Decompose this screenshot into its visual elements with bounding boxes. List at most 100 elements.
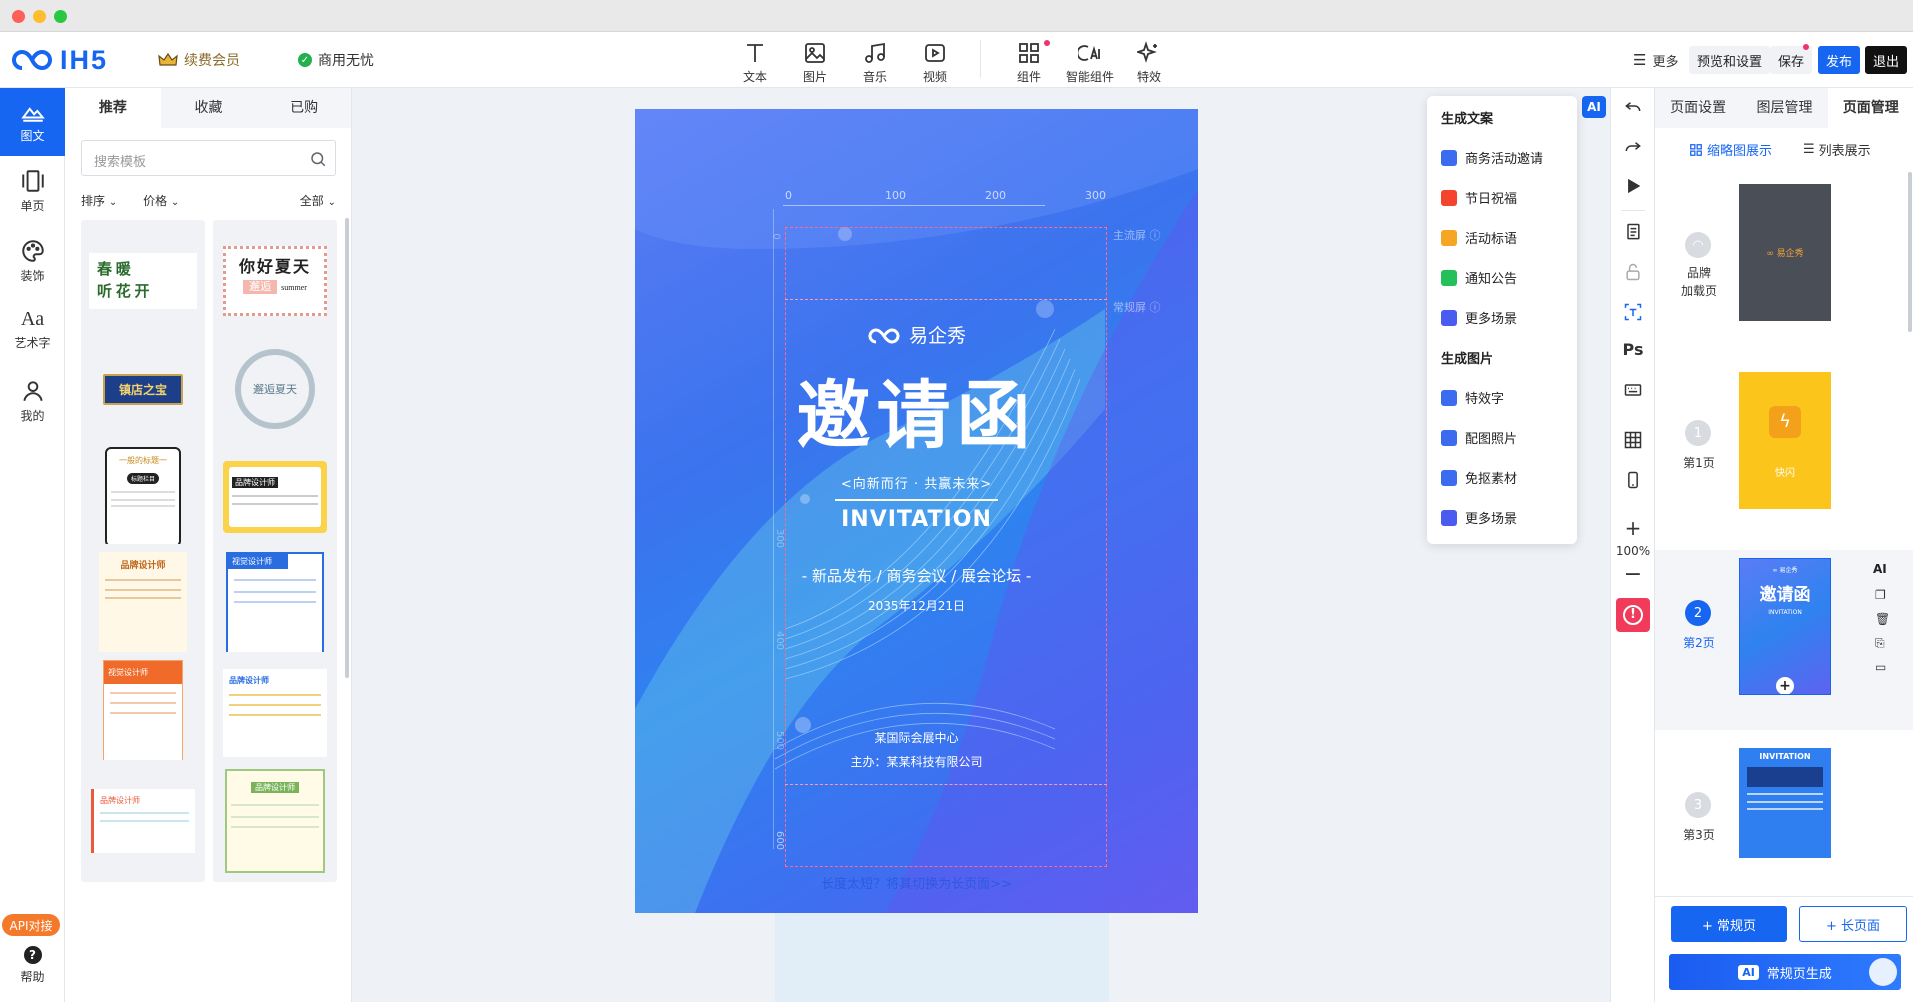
page-thumbnail[interactable]: ϟ 快闪	[1739, 372, 1831, 509]
template-card[interactable]: 品牌设计师	[213, 436, 337, 558]
ai-menu-item[interactable]: 商务活动邀请	[1441, 148, 1543, 167]
ai-menu-item[interactable]: 特效字	[1441, 388, 1504, 407]
page-thumbnail[interactable]: ∞ 易企秀 邀请函 INVITATION +	[1739, 558, 1831, 695]
page-item-active[interactable]: 2 第2页 ∞ 易企秀 邀请函 INVITATION + AI ❐ 🗑 ⎘ ▭	[1655, 550, 1913, 730]
commercial-license-link[interactable]: ✓ 商用无忧	[298, 50, 374, 70]
ai-menu-item[interactable]: 更多场景	[1441, 308, 1517, 327]
template-card[interactable]: 品牌设计师	[81, 544, 205, 666]
folder-icon[interactable]: ▭	[1875, 660, 1886, 674]
invitation-english-title[interactable]: INVITATION	[635, 507, 1198, 532]
ai-menu-item[interactable]: 活动标语	[1441, 228, 1517, 247]
tool-component[interactable]: 组件	[1000, 38, 1058, 85]
page-item[interactable]: ◠ 品牌 加载页 ∞ 易企秀	[1655, 184, 1913, 364]
undo-button[interactable]	[1611, 96, 1655, 120]
list-view-toggle[interactable]: ☰ 列表展示	[1803, 140, 1871, 159]
api-button[interactable]: API对接	[2, 914, 60, 936]
maximize-window-button[interactable]	[54, 10, 67, 23]
event-date[interactable]: 2035年12月21日	[635, 597, 1198, 614]
add-normal-page-button[interactable]: + 常规页	[1671, 906, 1787, 942]
help-circle-icon[interactable]: ⓘ	[1150, 229, 1161, 242]
price-dropdown[interactable]: 价格 ⌄	[143, 194, 179, 208]
preview-settings-button[interactable]: 预览和设置	[1689, 46, 1771, 74]
invitation-title[interactable]: 邀请函	[635, 379, 1198, 453]
template-card[interactable]: 品牌设计师	[81, 760, 205, 882]
paste-icon[interactable]: ⎘	[1875, 636, 1885, 651]
switch-long-page-link[interactable]: 长度太短？将其切换为长页面>>	[635, 873, 1198, 892]
search-icon[interactable]	[309, 150, 327, 168]
tab-page-settings[interactable]: 页面设置	[1655, 88, 1742, 128]
template-card[interactable]: 你好夏天 邂逅 summer	[213, 220, 337, 342]
template-card[interactable]: 品牌设计师	[213, 652, 337, 774]
nav-single-page[interactable]: 单页	[0, 158, 65, 226]
page-thumbnail[interactable]: INVITATION	[1739, 748, 1831, 858]
tool-video[interactable]: 视频	[906, 38, 964, 85]
template-card[interactable]: 视觉设计师	[213, 544, 337, 666]
tool-effects[interactable]: 特效	[1120, 38, 1178, 85]
add-long-page-button[interactable]: + 长页面	[1799, 906, 1907, 942]
tool-image[interactable]: 图片	[786, 38, 844, 85]
brand-logo[interactable]: 易企秀	[635, 321, 1198, 348]
ai-page-button[interactable]: AI	[1873, 562, 1887, 576]
publish-button[interactable]: 发布	[1818, 46, 1861, 74]
ai-menu-item[interactable]: 更多场景	[1441, 508, 1517, 527]
template-card[interactable]: 春 暖 听 花 开	[81, 220, 205, 342]
template-card[interactable]: 视觉设计师	[81, 652, 205, 774]
thumbnail-view-toggle[interactable]: 缩略图展示	[1689, 140, 1772, 159]
ai-generate-page-button[interactable]: AI 常规页生成	[1669, 954, 1901, 990]
help-button[interactable]: ? 帮助	[0, 946, 65, 985]
mobile-preview-button[interactable]	[1611, 470, 1655, 494]
add-page-below-button[interactable]: +	[1776, 677, 1794, 694]
template-card[interactable]: 品牌设计师	[213, 760, 337, 882]
nav-art-text[interactable]: Aa 艺术字	[0, 298, 65, 366]
invitation-subtitle[interactable]: <向新而行 · 共赢未来>	[635, 473, 1198, 492]
lock-button[interactable]	[1611, 262, 1655, 286]
save-button[interactable]: 保存	[1770, 46, 1813, 74]
exit-button[interactable]: 退出	[1865, 46, 1908, 74]
page-canvas[interactable]: 0 100 200 300 0 300 400 500 600 主流屏 ⓘ 常规…	[635, 109, 1198, 913]
grid-button[interactable]	[1611, 430, 1655, 454]
tab-recommended[interactable]: 推荐	[65, 88, 161, 128]
ai-toggle-button[interactable]: AI	[1582, 96, 1606, 118]
tab-purchased[interactable]: 已购	[256, 88, 351, 128]
minimize-window-button[interactable]	[33, 10, 46, 23]
nav-mine[interactable]: 我的	[0, 368, 65, 436]
tab-layer-management[interactable]: 图层管理	[1741, 88, 1828, 128]
page-thumbnail[interactable]: ∞ 易企秀	[1739, 184, 1831, 321]
event-host[interactable]: 主办：某某科技有限公司	[635, 753, 1198, 770]
event-venue[interactable]: 某国际会展中心	[635, 729, 1198, 746]
event-types[interactable]: - 新品发布 / 商务会议 / 展会论坛 -	[635, 565, 1198, 586]
sort-dropdown[interactable]: 排序 ⌄	[81, 194, 117, 208]
more-button[interactable]: ☰ 更多	[1625, 46, 1686, 74]
tab-page-management[interactable]: 页面管理	[1827, 88, 1913, 128]
help-circle-icon[interactable]: ⓘ	[1150, 301, 1161, 314]
copy-page-icon[interactable]: ❐	[1875, 588, 1886, 602]
ps-button[interactable]: Ps	[1611, 340, 1655, 359]
template-search-input[interactable]: 搜索模板	[81, 140, 336, 176]
alert-button[interactable]: !	[1616, 598, 1650, 632]
copy-page-button[interactable]	[1611, 222, 1655, 246]
ai-menu-item[interactable]: 配图照片	[1441, 428, 1517, 447]
play-preview-button[interactable]	[1611, 176, 1655, 200]
tab-favorites[interactable]: 收藏	[160, 88, 257, 128]
vip-renew-link[interactable]: 续费会员	[158, 50, 240, 70]
redo-button[interactable]	[1611, 136, 1655, 160]
zoom-in-button[interactable]: +	[1611, 516, 1655, 540]
tool-music[interactable]: 音乐	[846, 38, 904, 85]
tool-ai-component[interactable]: 智能组件	[1058, 38, 1122, 85]
ocr-button[interactable]	[1611, 302, 1655, 326]
nav-decoration[interactable]: 装饰	[0, 228, 65, 296]
template-card[interactable]: 邂逅夏天	[213, 328, 337, 450]
all-dropdown[interactable]: 全部 ⌄	[300, 192, 336, 209]
zoom-out-button[interactable]: −	[1611, 562, 1655, 587]
template-card[interactable]: 镇店之宝	[81, 328, 205, 450]
keyboard-button[interactable]	[1611, 380, 1655, 404]
page-item[interactable]: 1 第1页 ϟ 快闪	[1655, 372, 1913, 552]
template-card[interactable]: 一般的标题一 标题栏目	[81, 436, 205, 558]
nav-image-text[interactable]: 图文	[0, 88, 65, 156]
ai-menu-item[interactable]: 免抠素材	[1441, 468, 1517, 487]
ai-menu-item[interactable]: 节日祝福	[1441, 188, 1517, 207]
tool-text[interactable]: 文本	[726, 38, 784, 85]
close-window-button[interactable]	[12, 10, 25, 23]
app-logo[interactable]: IH5	[8, 45, 108, 76]
template-scrollbar[interactable]	[345, 218, 349, 678]
